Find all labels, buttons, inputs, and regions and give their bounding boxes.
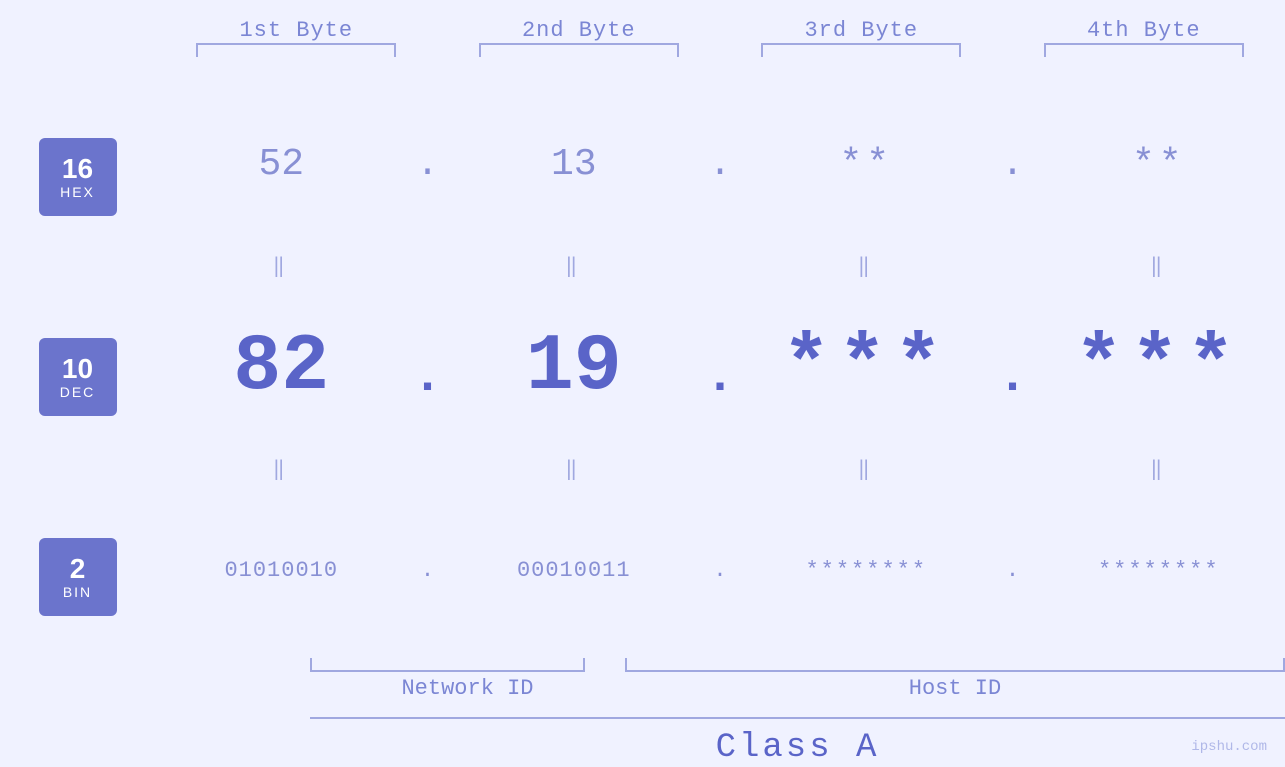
byte4-header: 4th Byte <box>1003 18 1285 43</box>
dec-b4-cell: *** <box>1033 322 1285 413</box>
bottom-brackets <box>310 658 1285 672</box>
bin-dot2: . <box>700 558 740 583</box>
main-container: 1st Byte 2nd Byte 3rd Byte 4th Byte 16 H… <box>0 0 1285 767</box>
hex-b4-value: ** <box>1132 143 1186 186</box>
bin-badge-number: 2 <box>70 554 86 585</box>
bracket-b3 <box>720 43 1003 57</box>
class-label: Class A <box>716 729 880 767</box>
network-id-label: Network ID <box>310 676 625 701</box>
sep1-b2: ‖ <box>448 253 701 279</box>
bin-badge: 2 BIN <box>39 538 117 616</box>
hex-dot3: . <box>993 143 1033 186</box>
bin-b2-cell: 00010011 <box>448 558 701 583</box>
hex-b3-cell: ** <box>740 143 993 186</box>
hex-dot1: . <box>408 143 448 186</box>
bracket-line-b1 <box>196 43 396 57</box>
sep2-b2: ‖ <box>448 456 701 482</box>
bracket-b2 <box>438 43 721 57</box>
dec-b1-cell: 82 <box>155 322 408 413</box>
dec-b1-value: 82 <box>233 322 329 413</box>
bin-b1-value: 01010010 <box>224 558 338 583</box>
dec-b2-cell: 19 <box>448 322 701 413</box>
bin-badge-label: BIN <box>63 584 92 600</box>
hex-badge: 16 HEX <box>39 138 117 216</box>
bin-dot1: . <box>408 558 448 583</box>
host-id-label: Host ID <box>625 676 1285 701</box>
sep1-b3: ‖ <box>740 253 993 279</box>
hex-badge-number: 16 <box>62 154 93 185</box>
sep2-b3: ‖ <box>740 456 993 482</box>
byte1-header: 1st Byte <box>155 18 438 43</box>
bin-b3-value: ******** <box>805 558 927 583</box>
bottom-dot-space <box>585 658 625 672</box>
bracket-b1 <box>155 43 438 57</box>
sep2-b4: ‖ <box>1033 456 1285 482</box>
top-brackets <box>0 43 1285 57</box>
bin-b4-value: ******** <box>1098 558 1220 583</box>
sep2-b1: ‖ <box>155 456 408 482</box>
dec-badge-label: DEC <box>60 384 96 400</box>
bracket-b4 <box>1003 43 1285 57</box>
byte-headers: 1st Byte 2nd Byte 3rd Byte 4th Byte <box>0 0 1285 43</box>
hex-b1-cell: 52 <box>155 143 408 186</box>
sep1-row: ‖ ‖ ‖ ‖ <box>155 252 1285 280</box>
bin-b4-cell: ******** <box>1033 558 1285 583</box>
sep1-b4: ‖ <box>1033 253 1285 279</box>
bottom-labels: Network ID Host ID <box>310 676 1285 701</box>
hex-b2-cell: 13 <box>448 143 701 186</box>
bracket-line-b4 <box>1044 43 1244 57</box>
bottom-bracket-area: Network ID Host ID <box>155 658 1285 701</box>
badges-column: 16 HEX 10 DEC 2 BIN <box>0 77 155 767</box>
bin-row: 01010010 . 00010011 . ******** . <box>155 483 1285 658</box>
dec-row: 82 . 19 . *** . *** <box>155 280 1285 455</box>
hex-b1-value: 52 <box>258 143 304 186</box>
dec-dot1: . <box>408 333 448 403</box>
dec-b2-value: 19 <box>526 322 622 413</box>
hex-b3-value: ** <box>839 143 893 186</box>
bin-b3-cell: ******** <box>740 558 993 583</box>
byte2-header: 2nd Byte <box>438 18 721 43</box>
bottom-bracket-network <box>310 658 585 672</box>
bracket-line-b3 <box>761 43 961 57</box>
hex-b2-value: 13 <box>551 143 597 186</box>
bin-b2-value: 00010011 <box>517 558 631 583</box>
byte3-header: 3rd Byte <box>720 18 1003 43</box>
class-bar: Class A <box>310 717 1285 767</box>
bracket-line-b2 <box>479 43 679 57</box>
dec-b3-cell: *** <box>740 322 993 413</box>
hex-row: 52 . 13 . ** . ** <box>155 77 1285 252</box>
sep2-row: ‖ ‖ ‖ ‖ <box>155 455 1285 483</box>
bottom-bracket-host <box>625 658 1285 672</box>
dec-b3-value: *** <box>782 322 950 413</box>
content-area: 16 HEX 10 DEC 2 BIN 52 . <box>0 77 1285 767</box>
data-columns: 52 . 13 . ** . ** <box>155 77 1285 767</box>
hex-b4-cell: ** <box>1033 143 1285 186</box>
sep1-b1: ‖ <box>155 253 408 279</box>
dec-badge-number: 10 <box>62 354 93 385</box>
hex-dot2: . <box>700 143 740 186</box>
dec-badge: 10 DEC <box>39 338 117 416</box>
bin-dot3: . <box>993 558 1033 583</box>
dec-dot2: . <box>700 333 740 403</box>
bin-b1-cell: 01010010 <box>155 558 408 583</box>
dec-dot3: . <box>993 333 1033 403</box>
watermark: ipshu.com <box>1191 739 1267 755</box>
dec-b4-value: *** <box>1075 322 1243 413</box>
hex-badge-label: HEX <box>60 184 95 200</box>
